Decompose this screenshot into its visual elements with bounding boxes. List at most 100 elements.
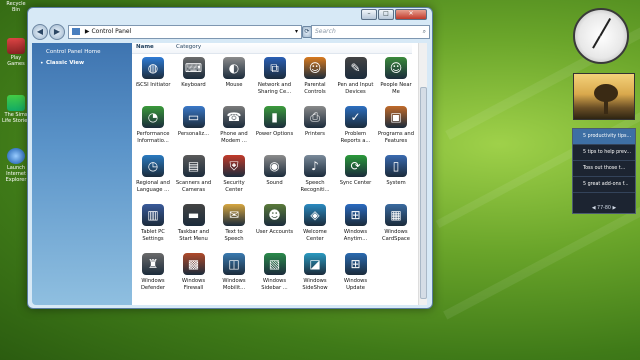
- control-panel-item[interactable]: ⊞ Windows Anytim...: [337, 204, 375, 242]
- control-panel-item-label: Security Center: [223, 180, 245, 193]
- monitor-icon: ▭: [182, 106, 205, 128]
- desktop-icon-sims[interactable]: The Sims Life Stories: [2, 95, 30, 124]
- control-panel-item[interactable]: ▭ Personaliz...: [175, 106, 213, 138]
- feed-item[interactable]: Toss out those t...: [573, 161, 635, 177]
- control-panel-item[interactable]: ☻ User Accounts: [256, 204, 294, 236]
- control-panel-item[interactable]: ▬ Taskbar and Start Menu: [175, 204, 213, 242]
- control-panel-item[interactable]: ☺ Parental Controls: [296, 57, 334, 95]
- control-panel-item-label: Keyboard: [181, 82, 206, 88]
- address-dropdown-icon[interactable]: ▾: [295, 26, 298, 38]
- control-panel-item[interactable]: ▮ Power Options: [256, 106, 294, 138]
- vertical-scrollbar[interactable]: [418, 43, 427, 305]
- keyboard-icon: ⌨: [182, 57, 205, 79]
- slideshow-gadget[interactable]: [573, 73, 635, 120]
- printer-icon: ⎙: [304, 106, 326, 128]
- control-panel-item[interactable]: ▤ Scanners and Cameras: [175, 155, 213, 193]
- internet-explorer-icon: [7, 148, 25, 164]
- control-panel-item[interactable]: ▯ System: [377, 155, 415, 187]
- sidebar-link-classic-view[interactable]: Classic View: [46, 60, 84, 66]
- control-panel-item[interactable]: ▥ Tablet PC Settings: [134, 204, 172, 242]
- pen-icon: ✎: [344, 57, 367, 79]
- control-panel-window: – □ ✕ ◀ ▶ ▶ Control Panel ▾ ⟳ Search ⌕ C…: [27, 7, 433, 309]
- control-panel-item-label: Speech Recogniti...: [300, 180, 330, 193]
- scrollbar-thumb[interactable]: [420, 87, 427, 299]
- control-panel-item[interactable]: ⌨ Keyboard: [175, 57, 213, 89]
- desktop-icon-label: Play Games: [7, 55, 25, 67]
- breadcrumb[interactable]: Control Panel: [91, 28, 131, 35]
- clock-gadget[interactable]: [573, 8, 629, 64]
- search-icon[interactable]: ⌕: [423, 26, 426, 38]
- desktop-icon-internet-explorer[interactable]: Launch Internet Explorer: [2, 148, 30, 183]
- sidebar-link-control-panel-home[interactable]: Control Panel Home: [46, 49, 100, 55]
- windows-flag-icon: ⊞: [344, 204, 367, 226]
- control-panel-item-label: Text to Speech: [224, 229, 244, 242]
- control-panel-item[interactable]: ⧉ Network and Sharing Ce...: [256, 57, 294, 95]
- maximize-button[interactable]: □: [378, 9, 394, 20]
- control-panel-item-label: Windows Firewall: [181, 278, 206, 291]
- control-panel-item[interactable]: ◔ Performance Informatio...: [134, 106, 172, 144]
- control-panel-item[interactable]: ▧ Windows Sidebar ...: [256, 253, 294, 291]
- mouse-icon: ◐: [223, 57, 245, 79]
- control-panel-item-label: Taskbar and Start Menu: [177, 229, 210, 242]
- title-bar[interactable]: – □ ✕: [28, 8, 432, 22]
- control-panel-item[interactable]: ◉ Sound: [256, 155, 294, 187]
- navigation-bar: ◀ ▶ ▶ Control Panel ▾ ⟳ Search ⌕: [32, 22, 430, 42]
- search-input[interactable]: Search ⌕: [311, 25, 430, 39]
- users-icon: ☻: [263, 204, 286, 226]
- shield-icon: ⛨: [223, 155, 245, 177]
- control-panel-item[interactable]: ◪ Windows SideShow: [296, 253, 334, 291]
- speech-icon: ✉: [223, 204, 245, 226]
- control-panel-item-label: Pen and Input Devices: [337, 82, 374, 95]
- gauge-icon: ◔: [142, 106, 164, 128]
- forward-button[interactable]: ▶: [49, 24, 65, 40]
- feed-item[interactable]: 5 productivity tips...: [573, 129, 635, 145]
- control-panel-item[interactable]: ▩ Windows Firewall: [175, 253, 213, 291]
- control-panel-item[interactable]: ✉ Text to Speech: [215, 204, 253, 242]
- clock-hour-hand: [592, 35, 601, 49]
- control-panel-item-label: Network and Sharing Ce...: [257, 82, 292, 95]
- control-panel-item[interactable]: ⟳ Sync Center: [337, 155, 375, 187]
- desktop-icon-play-games[interactable]: Play Games: [2, 38, 30, 67]
- control-panel-item-label: Phone and Modem ...: [220, 131, 248, 144]
- games-icon: [7, 38, 25, 54]
- control-panel-item[interactable]: ✎ Pen and Input Devices: [337, 57, 375, 95]
- feed-item[interactable]: 5 tips to help prev...: [573, 145, 635, 161]
- address-bar[interactable]: ▶ Control Panel ▾: [68, 25, 302, 39]
- control-panel-item-label: Windows Defender: [140, 278, 166, 291]
- back-button[interactable]: ◀: [32, 24, 48, 40]
- control-panel-item[interactable]: ◫ Windows Mobilit...: [215, 253, 253, 291]
- control-panel-item-label: Welcome Center: [303, 229, 327, 242]
- desktop-icon-recycle-bin[interactable]: Recycle Bin: [2, 0, 30, 13]
- control-panel-item[interactable]: ♜ Windows Defender: [134, 253, 172, 291]
- control-panel-item[interactable]: ♪ Speech Recogniti...: [296, 155, 334, 193]
- column-header-name[interactable]: Name: [136, 44, 154, 50]
- feed-pagination[interactable]: ◀ 77-80 ▶: [573, 204, 635, 213]
- control-panel-item-label: Regional and Language ...: [136, 180, 170, 193]
- control-panel-item[interactable]: ▣ Programs and Features: [377, 106, 415, 144]
- control-panel-item-label: System: [386, 180, 406, 186]
- control-panel-icon: [72, 28, 80, 35]
- update-icon: ⊞: [344, 253, 367, 275]
- control-panel-item[interactable]: ◍ iSCSI Initiator: [134, 57, 172, 89]
- control-panel-item[interactable]: ⊞ Windows Update: [337, 253, 375, 291]
- task-pane: Control Panel Home • Classic View: [32, 43, 132, 305]
- control-panel-item[interactable]: ▦ Windows CardSpace: [377, 204, 415, 242]
- control-panel-item[interactable]: ✓ Problem Reports a...: [337, 106, 375, 144]
- search-placeholder: Search: [315, 28, 336, 35]
- control-panel-item[interactable]: ☎ Phone and Modem ...: [215, 106, 253, 144]
- control-panel-item[interactable]: ⛨ Security Center: [215, 155, 253, 193]
- close-button[interactable]: ✕: [395, 9, 427, 20]
- bullet-icon: •: [40, 60, 44, 67]
- control-panel-item-label: Windows Mobilit...: [222, 278, 246, 291]
- control-panel-item[interactable]: ◷ Regional and Language ...: [134, 155, 172, 193]
- control-panel-item[interactable]: ◐ Mouse: [215, 57, 253, 89]
- control-panel-item[interactable]: ⎙ Printers: [296, 106, 334, 138]
- control-panel-item[interactable]: ☺ People Near Me: [377, 57, 415, 95]
- control-panel-item[interactable]: ◈ Welcome Center: [296, 204, 334, 242]
- column-header-category[interactable]: Category: [176, 44, 201, 50]
- breadcrumb-arrow-icon: ▶: [84, 28, 90, 35]
- minimize-button[interactable]: –: [361, 9, 377, 20]
- feed-item[interactable]: 5 great add-ons f...: [573, 177, 635, 193]
- tablet-icon: ▥: [142, 204, 164, 226]
- firewall-icon: ▩: [182, 253, 205, 275]
